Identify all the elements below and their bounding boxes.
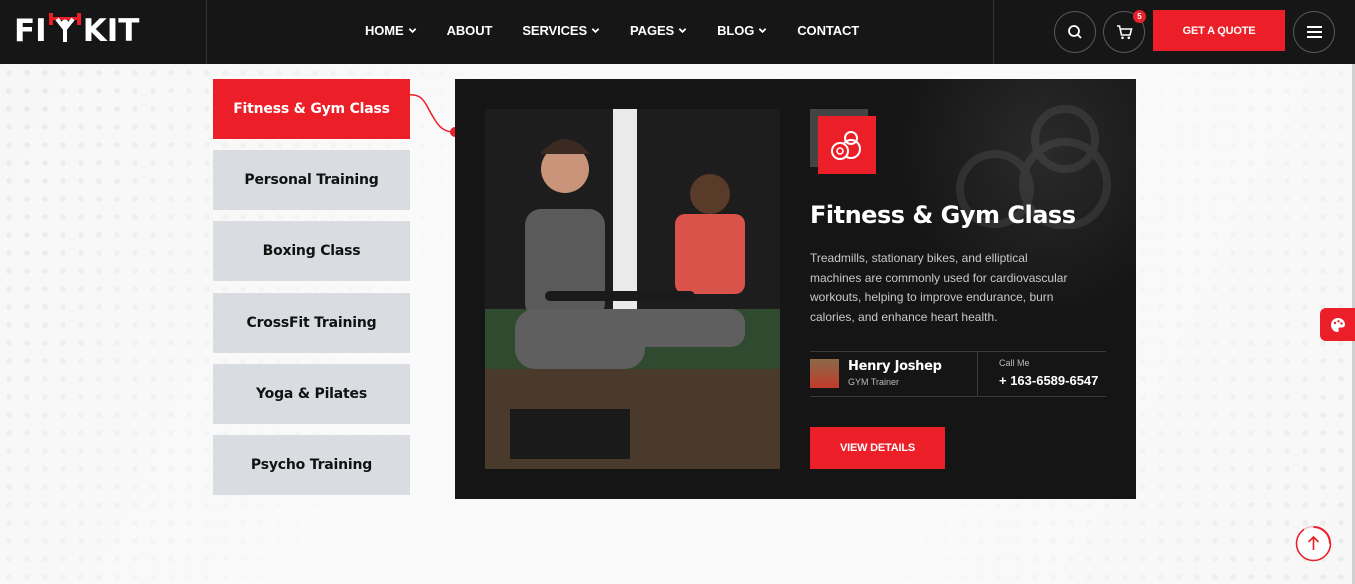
hamburger-menu-icon	[1306, 26, 1322, 38]
chevron-down-icon	[678, 27, 687, 33]
arrow-up-icon	[1295, 525, 1332, 562]
header-divider-left	[206, 0, 207, 64]
nav-item-services[interactable]: SERVICES	[522, 23, 600, 38]
nav-label: BLOG	[717, 22, 755, 38]
nav-label: CONTACT	[797, 22, 860, 38]
search-icon	[1068, 25, 1082, 39]
logo-text-right: KIT	[82, 13, 140, 49]
card-divider-vertical	[977, 351, 978, 396]
palette-icon	[1330, 317, 1345, 332]
tab-yoga-pilates[interactable]: Yoga & Pilates	[213, 364, 410, 424]
nav-label: HOME	[365, 22, 404, 38]
trainer-avatar	[810, 359, 839, 388]
service-card: Fitness & Gym Class Treadmills, stationa…	[455, 79, 1136, 499]
view-details-button[interactable]: VIEW DETAILS	[810, 427, 945, 469]
chevron-down-icon	[408, 27, 416, 33]
cart-button[interactable]: 5	[1103, 10, 1146, 53]
nav-item-home[interactable]: HOME	[365, 23, 417, 38]
tab-psycho-training[interactable]: Psycho Training	[213, 435, 410, 495]
kettlebell-icon	[831, 131, 861, 160]
color-switcher-button[interactable]	[1320, 308, 1355, 341]
service-icon-box	[818, 116, 876, 174]
trainer-photo	[485, 109, 780, 469]
scroll-to-top-button[interactable]	[1295, 525, 1332, 562]
search-button[interactable]	[1054, 11, 1096, 53]
logo-text-left: FI	[14, 13, 47, 49]
chevron-down-icon	[758, 27, 767, 33]
menu-button[interactable]	[1293, 11, 1335, 53]
tab-crossfit-training[interactable]: CrossFit Training	[213, 293, 410, 353]
nav-label: PAGES	[630, 22, 675, 38]
nav-item-pages[interactable]: PAGES	[630, 23, 687, 38]
header-divider-right	[993, 0, 994, 64]
tab-fitness-gym-class[interactable]: Fitness & Gym Class	[213, 79, 410, 139]
card-title: Fitness & Gym Class	[810, 201, 1076, 229]
chevron-down-icon	[591, 27, 600, 33]
card-divider-bottom	[810, 396, 1106, 397]
card-divider-top	[810, 351, 1106, 352]
trainer-name: Henry Joshep	[848, 359, 942, 374]
main-nav: HOME ABOUT SERVICES PAGES BLOG CONTACT	[365, 0, 889, 60]
cart-count-badge: 5	[1133, 10, 1146, 23]
site-header: FI KIT HOME ABOUT SERVICES PAGES BLOG CO…	[0, 0, 1355, 64]
phone-number-link[interactable]: + 163-6589-6547	[999, 373, 1098, 388]
trainer-role: GYM Trainer	[848, 377, 900, 387]
card-description: Treadmills, stationary bikes, and ellipt…	[810, 251, 1068, 324]
nav-item-contact[interactable]: CONTACT	[797, 23, 859, 38]
tab-personal-training[interactable]: Personal Training	[213, 150, 410, 210]
cart-icon	[1116, 25, 1133, 40]
nav-item-blog[interactable]: BLOG	[717, 23, 767, 38]
nav-label: SERVICES	[522, 22, 588, 38]
call-label: Call Me	[999, 358, 1030, 368]
get-quote-button[interactable]: GET A QUOTE	[1153, 10, 1285, 51]
nav-label: ABOUT	[446, 22, 493, 38]
dumbbell-logo-icon	[48, 10, 82, 52]
tab-boxing-class[interactable]: Boxing Class	[213, 221, 410, 281]
site-logo[interactable]: FI KIT	[14, 10, 154, 52]
nav-item-about[interactable]: ABOUT	[447, 23, 493, 38]
